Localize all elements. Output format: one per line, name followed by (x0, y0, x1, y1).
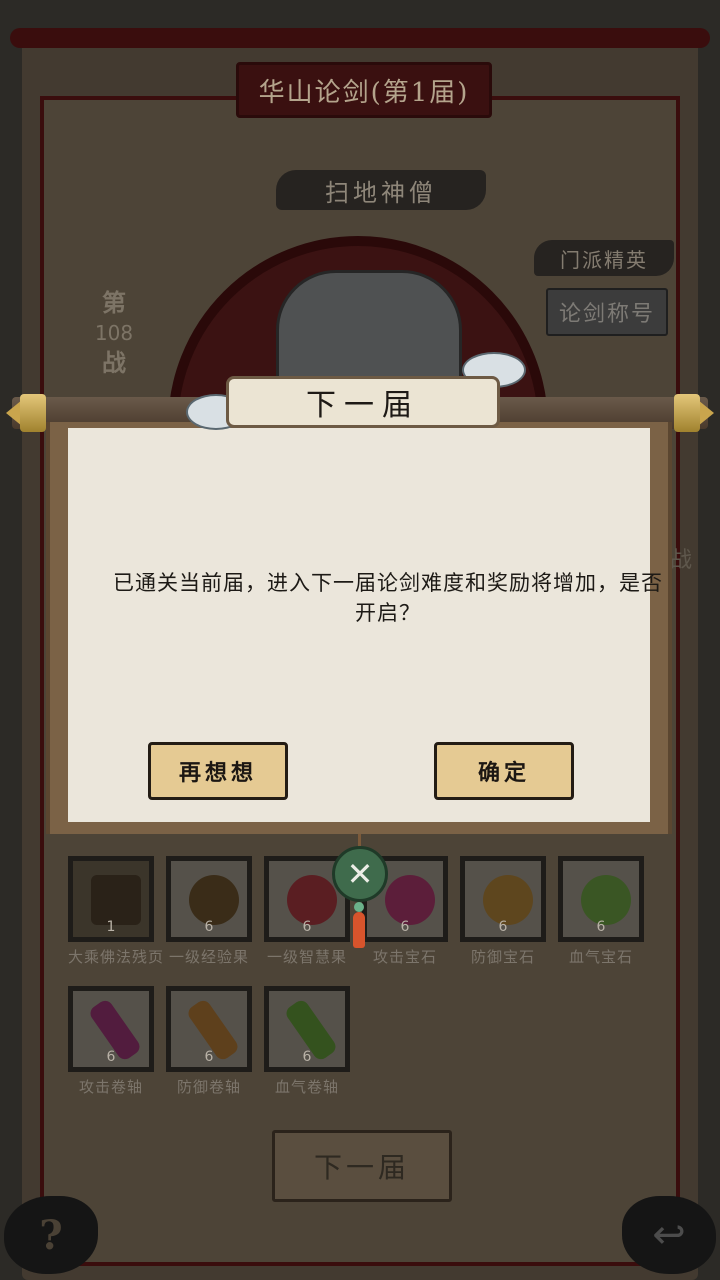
dialog-paper: 已通关当前届，进入下一届论剑难度和奖励将增加，是否开启？ 再想想 确定 (68, 428, 662, 822)
dialog-title: 下一届 (226, 376, 500, 428)
close-button[interactable]: ✕ (332, 846, 388, 902)
close-icon: ✕ (346, 855, 374, 893)
reconsider-button[interactable]: 再想想 (148, 742, 288, 800)
tassel-bead (354, 902, 364, 912)
rod-tip-right (698, 400, 714, 426)
tassel (353, 912, 365, 948)
rod-cap-right (674, 394, 700, 432)
confirm-dialog: 已通关当前届，进入下一届论剑难度和奖励将增加，是否开启？ 再想想 确定 (46, 422, 672, 834)
dialog-message: 已通关当前届，进入下一届论剑难度和奖励将增加，是否开启？ (113, 571, 663, 625)
confirm-button[interactable]: 确定 (434, 742, 574, 800)
rod-cap-left (20, 394, 46, 432)
